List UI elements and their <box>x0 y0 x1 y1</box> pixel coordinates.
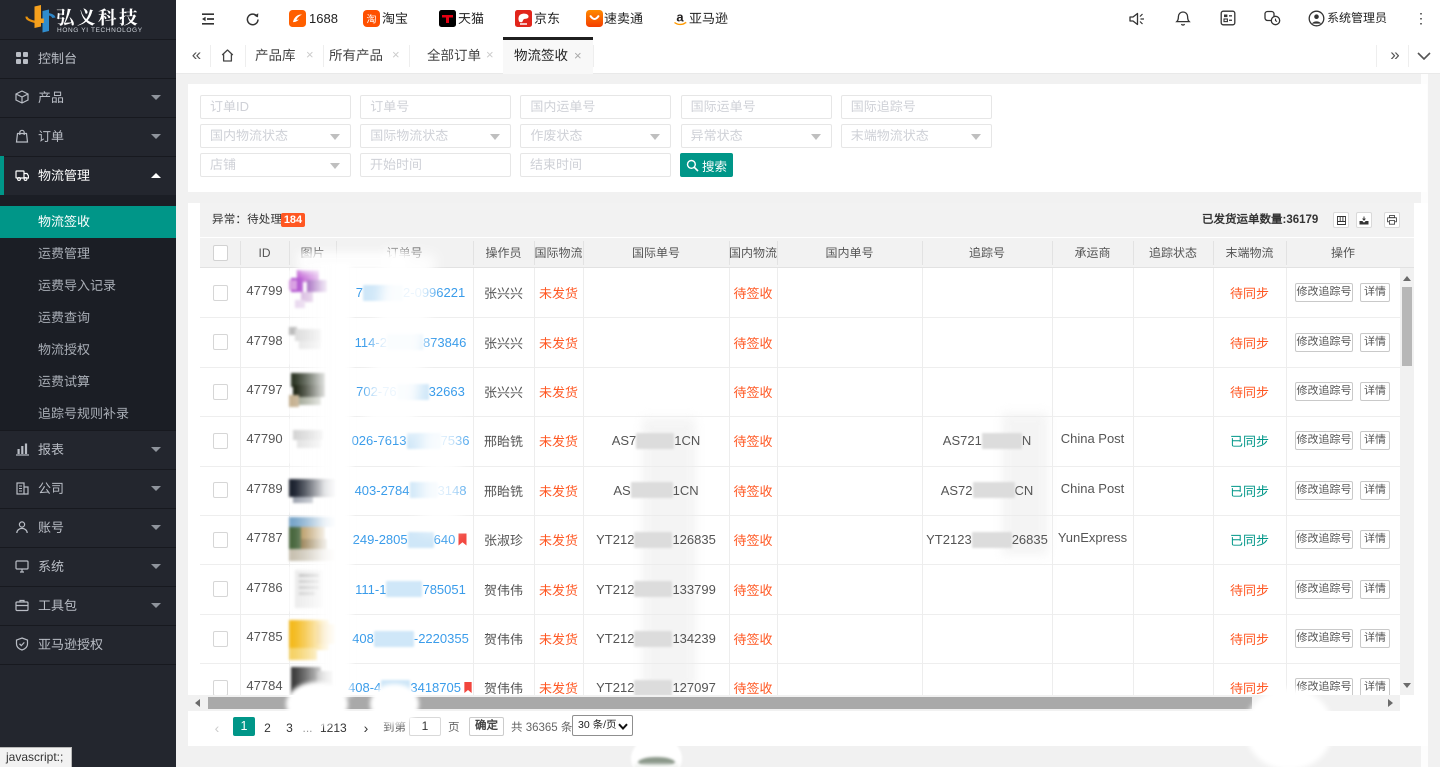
svg-text:淘: 淘 <box>367 11 377 26</box>
svg-text:a: a <box>676 10 684 25</box>
